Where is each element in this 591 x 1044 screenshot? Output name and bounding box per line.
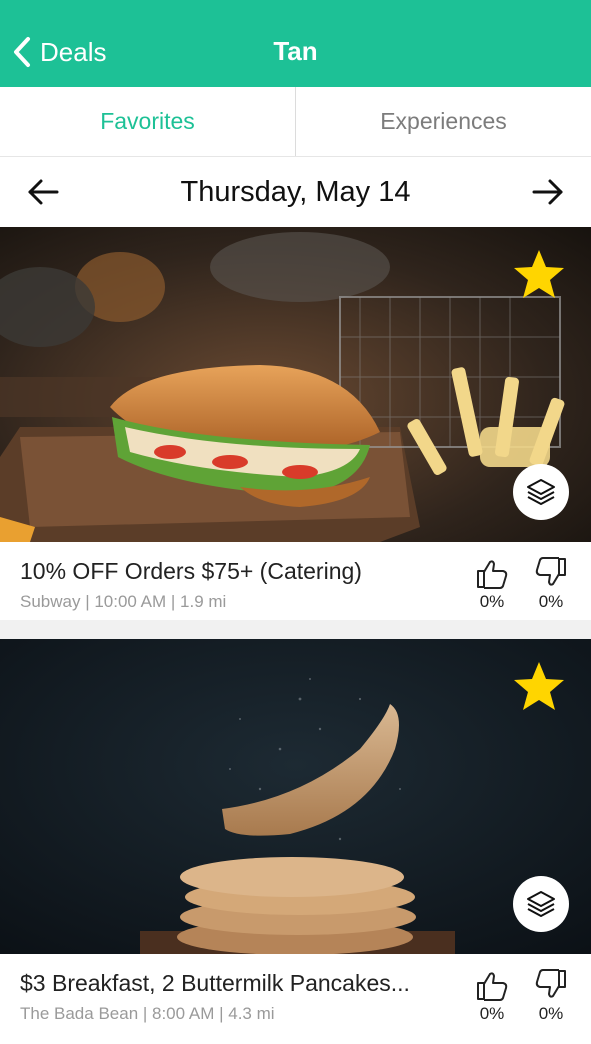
deal-meta: The Bada Bean | 8:00 AM | 4.3 mi — [20, 1004, 275, 1023]
layers-icon — [527, 479, 555, 505]
deal-title: 10% OFF Orders $75+ (Catering) — [20, 558, 362, 584]
thumbs-down-icon — [535, 969, 566, 998]
previous-day-button[interactable] — [26, 175, 60, 209]
arrow-left-icon — [28, 179, 59, 205]
date-label: Thursday, May 14 — [180, 175, 411, 208]
tab-favorites[interactable]: Favorites — [0, 87, 295, 156]
pancakes-photo — [0, 639, 591, 954]
thumbs-down-button[interactable]: 0% — [529, 556, 573, 612]
sandwich-photo — [0, 227, 591, 542]
date-navigator: Thursday, May 14 — [0, 157, 591, 227]
deal-meta: Subway | 10:00 AM | 1.9 mi — [20, 592, 227, 611]
likes-percent: 0% — [479, 1004, 505, 1023]
next-day-button[interactable] — [531, 175, 565, 209]
deal-title: $3 Breakfast, 2 Buttermilk Pancakes... — [20, 970, 410, 996]
card-separator — [0, 620, 591, 639]
navigation-bar: Deals Tan — [0, 0, 591, 87]
deal-image-pancakes[interactable] — [0, 639, 591, 954]
thumbs-down-icon — [535, 557, 566, 586]
deal-card[interactable]: 10% OFF Orders $75+ (Catering) Subway | … — [0, 227, 591, 638]
thumbs-down-button[interactable]: 0% — [529, 968, 573, 1024]
page-title: Tan — [273, 36, 318, 66]
dislikes-percent: 0% — [538, 592, 564, 611]
layers-button[interactable] — [513, 876, 569, 932]
likes-percent: 0% — [479, 592, 505, 611]
layers-icon — [527, 891, 555, 917]
deal-card[interactable]: $3 Breakfast, 2 Buttermilk Pancakes... T… — [0, 639, 591, 1044]
arrow-right-icon — [532, 179, 563, 205]
deal-info: $3 Breakfast, 2 Buttermilk Pancakes... T… — [0, 954, 591, 1044]
favorite-star-icon[interactable] — [511, 247, 567, 303]
thumbs-up-icon — [477, 560, 508, 589]
tab-experiences[interactable]: Experiences — [296, 87, 591, 156]
thumbs-up-button[interactable]: 0% — [470, 968, 514, 1024]
layers-button[interactable] — [513, 464, 569, 520]
favorite-star-icon[interactable] — [511, 659, 567, 715]
thumbs-up-icon — [477, 972, 508, 1001]
dislikes-percent: 0% — [538, 1004, 564, 1023]
deal-image-sandwich[interactable] — [0, 227, 591, 542]
segment-tabs: Favorites Experiences — [0, 87, 591, 157]
thumbs-up-button[interactable]: 0% — [470, 556, 514, 612]
